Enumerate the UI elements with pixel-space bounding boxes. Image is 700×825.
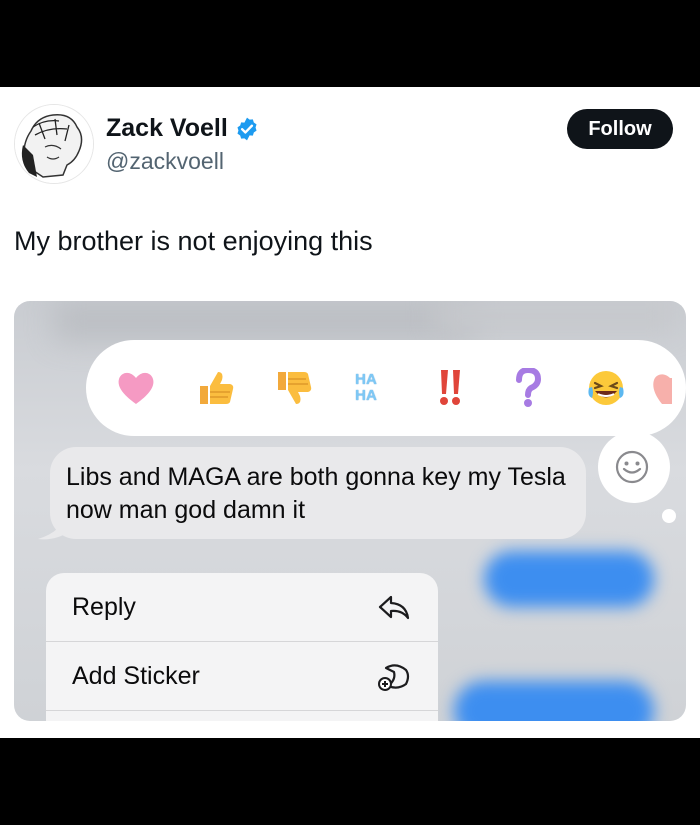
avatar[interactable]: [14, 104, 94, 184]
tweet-text: My brother is not enjoying this: [14, 226, 373, 256]
message-context-menu: Reply Add Sticker: [46, 573, 438, 721]
reply-icon: [378, 595, 410, 620]
menu-item-label: Add Sticker: [72, 661, 200, 690]
menu-item-label: Reply: [72, 592, 136, 621]
question-icon[interactable]: [506, 366, 550, 410]
author-handle[interactable]: @zackvoell: [106, 148, 224, 175]
tweet-media-image[interactable]: HA HA Libs and MAGA are both gonna key m…: [14, 301, 686, 721]
blurred-background: [434, 301, 674, 331]
heart-icon[interactable]: [114, 366, 158, 410]
follow-button[interactable]: Follow: [567, 109, 673, 149]
haha-icon[interactable]: HA HA: [344, 366, 388, 410]
author-row: Zack Voell: [106, 114, 260, 143]
blurred-sent-bubble: [484, 551, 654, 607]
menu-item-add-sticker[interactable]: Add Sticker: [46, 642, 438, 710]
thumbs-up-icon[interactable]: [194, 366, 238, 410]
menu-divider: [46, 710, 438, 711]
message-text: Libs and MAGA are both gonna key my Tesl…: [66, 463, 566, 524]
blurred-sent-bubble: [454, 681, 654, 721]
exclamation-icon[interactable]: [428, 366, 472, 410]
author-name[interactable]: Zack Voell: [106, 114, 228, 143]
add-emoji-reaction-icon[interactable]: [612, 447, 652, 487]
verified-badge-icon: [234, 116, 260, 142]
haha-text-2: HA: [355, 387, 377, 404]
haha-text-1: HA: [355, 371, 377, 388]
reaction-bar-tail-dot: [662, 509, 676, 523]
add-sticker-icon: [378, 664, 410, 691]
thumbs-down-icon[interactable]: [272, 366, 316, 410]
blurred-background: [54, 301, 474, 341]
laughing-face-icon[interactable]: [584, 366, 628, 410]
tweet-card: Zack Voell @zackvoell Follow My brother …: [0, 87, 700, 738]
menu-item-reply[interactable]: Reply: [46, 573, 438, 641]
tapback-reaction-bar: HA HA: [86, 340, 686, 436]
partial-heart-icon[interactable]: [652, 366, 672, 410]
